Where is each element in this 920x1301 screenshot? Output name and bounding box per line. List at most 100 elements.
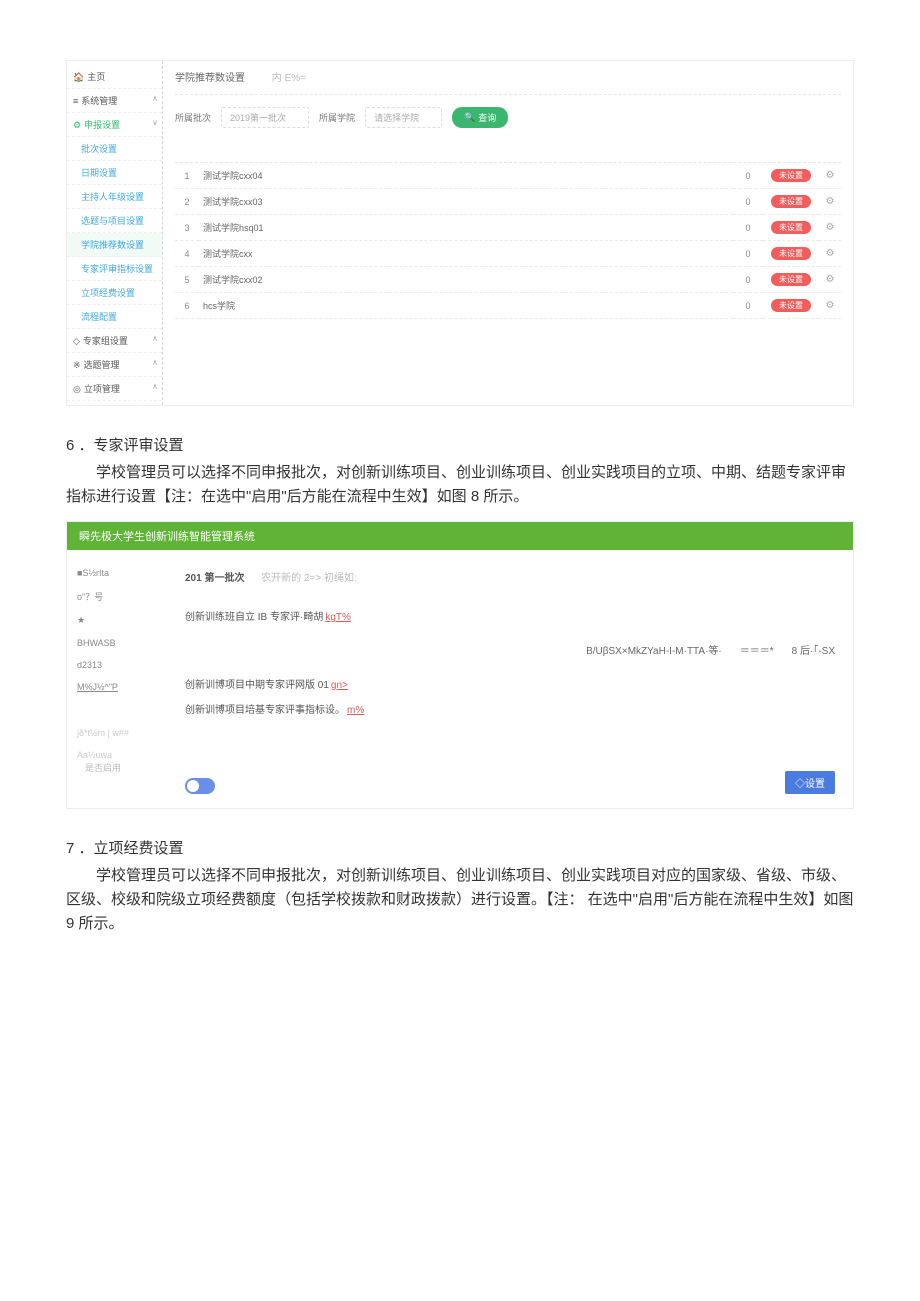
sidebar-item-3[interactable]: 批次设置 — [67, 137, 162, 161]
status-badge-unset: 未设置 — [771, 221, 811, 234]
sidebar-item-label: 日期设置 — [81, 168, 117, 178]
caret-icon: ∨ — [152, 118, 158, 127]
query-button[interactable]: 🔍 查询 — [452, 107, 508, 128]
gear-icon[interactable]: ⚙ — [826, 300, 835, 311]
query-button-label: 查询 — [478, 111, 496, 124]
caret-icon: ∧ — [152, 94, 158, 103]
toolbar-row: B/UβSX×MkZYaH-I-M·TTA·等· ＝＝＝* 8 后·「-SX — [185, 628, 835, 671]
sb2-item-g2[interactable]: Aa½uwa — [77, 750, 157, 760]
enable-toggle-label: 是否启用 — [85, 763, 121, 773]
gear-icon[interactable]: ⚙ — [826, 222, 835, 233]
sidebar-item-4[interactable]: 日期设置 — [67, 161, 162, 185]
row-college-name: 测试学院cxx03 — [199, 189, 733, 215]
row-index: 1 — [175, 163, 199, 189]
status-badge-unset: 未设置 — [771, 273, 811, 286]
screenshot-expert-review-settings: 瞬先极大学生创新训练智能管理系统 ■S½rIta o"？号 ★ BHWASB d… — [66, 521, 854, 809]
row-index: 2 — [175, 189, 199, 215]
sidebar-item-12[interactable]: ※选题管理∧ — [67, 353, 162, 377]
sidebar-item-7[interactable]: 学院推荐数设置 — [67, 233, 162, 257]
sidebar-item-label: 系统管理 — [81, 96, 117, 106]
content-panel-2: 201 第一批次 农开新的 2=> 初绳如: 创新训练班自立 IB 专家评·畸胡… — [167, 550, 853, 808]
row-college-name: 测试学院cxx04 — [199, 163, 733, 189]
sidebar-item-10[interactable]: 流程配置 — [67, 305, 162, 329]
sidebar-item-13[interactable]: ◎立项管理 ∧ — [67, 377, 162, 401]
batch-label: 201 第一批次 — [185, 573, 244, 584]
sidebar-item-2[interactable]: ⚙申报设置∨ — [67, 113, 162, 137]
section-6-paragraph: 学校管理员可以选择不同申报批次，对创新训练项目、创业训练项目、创业实践项目的立项… — [66, 461, 854, 509]
sidebar-item-9[interactable]: 立项经费设置 — [67, 281, 162, 305]
sb2-item-f[interactable]: M%J½^"P — [77, 682, 157, 692]
row-index: 3 — [175, 215, 199, 241]
gear-icon[interactable]: ⚙ — [826, 170, 835, 181]
status-badge-unset: 未设置 — [771, 299, 811, 312]
sb2-item-e[interactable]: d2313 — [77, 660, 157, 670]
search-icon: 🔍 — [464, 112, 475, 123]
status-badge-unset: 未设置 — [771, 247, 811, 260]
row-value: 0 — [733, 267, 763, 293]
sidebar-item-label: 选题与项目设置 — [81, 216, 144, 226]
row-value: 0 — [733, 241, 763, 267]
table-row: 2测试学院cxx030 未设置 ⚙ — [175, 189, 841, 215]
sidebar-item-8[interactable]: 专家评审指标设置 — [67, 257, 162, 281]
menu-icon: ◇ — [73, 336, 80, 346]
sb2-item-g1[interactable]: jδ*t½m | w## — [77, 728, 157, 738]
row-college-name: 测试学院cxx02 — [199, 267, 733, 293]
row-value: 0 — [733, 189, 763, 215]
indicator-link-2[interactable]: gn> — [331, 680, 348, 691]
toolbar-b[interactable]: ＝＝＝* — [740, 642, 774, 657]
filter-batch-label: 所属批次 — [175, 111, 211, 124]
page-title: 学院推荐数设置 — [175, 73, 245, 84]
toolbar-a[interactable]: B/UβSX×MkZYaH-I-M·TTA·等· — [586, 642, 722, 657]
caret-icon: ∧ — [152, 334, 158, 343]
menu-icon: ⚙ — [73, 120, 81, 130]
status-badge-unset: 未设置 — [771, 195, 811, 208]
sidebar-item-11[interactable]: ◇专家组设置∧ — [67, 329, 162, 353]
sidebar-item-label: 主持人年级设置 — [81, 192, 144, 202]
college-table: 1测试学院cxx040未设置⚙2测试学院cxx030未设置⚙3测试学院hsq01… — [175, 163, 841, 319]
sidebar-item-label: 主页 — [87, 72, 105, 82]
gear-icon[interactable]: ⚙ — [826, 196, 835, 207]
row-index: 4 — [175, 241, 199, 267]
sb2-item-d[interactable]: BHWASB — [77, 638, 157, 648]
section-6-heading: 6 ．专家评审设置 — [66, 434, 854, 455]
sidebar-item-6[interactable]: 选题与项目设置 — [67, 209, 162, 233]
row-value: 0 — [733, 215, 763, 241]
sidebar-item-label: 立项管理 — [84, 384, 120, 394]
sidebar-item-label: 专家评审指标设置 — [81, 264, 153, 274]
sb2-item-b[interactable]: o"？号 — [77, 590, 157, 603]
indicator-link-1[interactable]: kgT% — [325, 612, 351, 623]
indicator-link-3[interactable]: m% — [347, 705, 364, 716]
menu-icon: ≡ — [73, 96, 78, 106]
table-row: 1测试学院cxx040未设置⚙ — [175, 163, 841, 189]
row-index: 5 — [175, 267, 199, 293]
filter-college-label: 所属学院 — [319, 111, 355, 124]
table-row: 4测试学院cxx0 未设置 ⚙ — [175, 241, 841, 267]
filter-bar: 所属批次 2019第一批次 所属学院 请选择学院 🔍 查询 — [175, 95, 841, 163]
sidebar-item-5[interactable]: 主持人年级设置 — [67, 185, 162, 209]
gear-icon[interactable]: ⚙ — [826, 274, 835, 285]
menu-icon: ◎ — [73, 384, 81, 394]
filter-college-select[interactable]: 请选择学院 — [365, 107, 442, 128]
sidebar-item-label: 学院推荐数设置 — [81, 240, 144, 250]
sidebar-item-label: 选题管理 — [84, 360, 120, 370]
gear-icon[interactable]: ⚙ — [826, 248, 835, 259]
caret-icon: ∧ — [152, 358, 158, 367]
table-row: 5测试学院cxx020 未设置 ⚙ — [175, 267, 841, 293]
batch-sub: 农开新的 2=> 初绳如: — [261, 573, 357, 584]
menu-icon: 🏠 — [73, 72, 84, 82]
row-college-name: hcs学院 — [199, 293, 733, 319]
enable-toggle[interactable] — [185, 778, 215, 794]
sidebar-item-1[interactable]: ≡系统管理 ∧ — [67, 89, 162, 113]
system-title-bar: 瞬先极大学生创新训练智能管理系统 — [67, 522, 853, 550]
sb2-item-a[interactable]: ■S½rIta — [77, 568, 157, 578]
settings-button[interactable]: ◇设置 — [785, 771, 835, 794]
row-college-name: 测试学院cxx — [199, 241, 733, 267]
caret-icon: ∧ — [152, 382, 158, 391]
toolbar-c[interactable]: 8 后·「-SX — [792, 642, 835, 657]
sidebar-item-label: 立项经费设置 — [81, 288, 135, 298]
sidebar-item-0[interactable]: 🏠主页 — [67, 65, 162, 89]
row-value: 0 — [733, 163, 763, 189]
sb2-item-c[interactable]: ★ — [77, 615, 157, 626]
section-7-heading: 7 ．立项经费设置 — [66, 837, 854, 858]
filter-batch-select[interactable]: 2019第一批次 — [221, 107, 309, 128]
